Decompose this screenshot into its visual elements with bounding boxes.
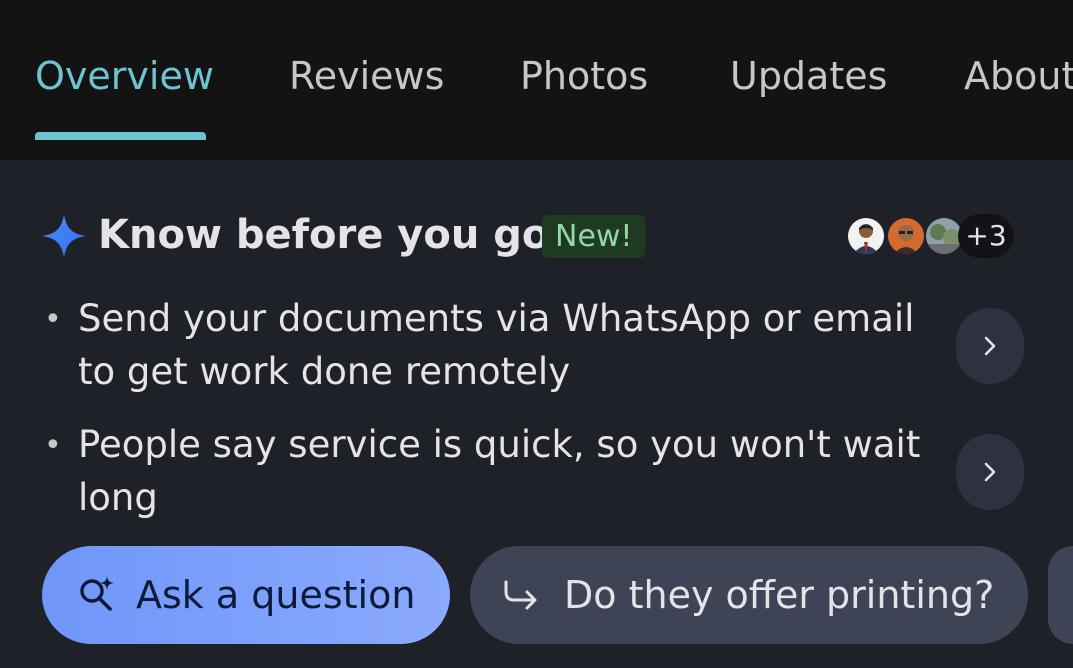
more-contributors-count[interactable]: +3 <box>958 214 1014 258</box>
ask-question-search-sparkle-icon <box>80 576 114 611</box>
suggested-question-button[interactable]: Do they offer printing? <box>470 546 1028 644</box>
tab-about[interactable]: About <box>964 50 1073 102</box>
new-badge: New! <box>542 215 646 258</box>
tab-reviews[interactable]: Reviews <box>289 50 444 102</box>
tab-updates[interactable]: Updates <box>730 50 887 102</box>
ask-a-question-button[interactable]: Ask a question <box>42 546 450 644</box>
bullet-icon: • <box>44 428 62 463</box>
summary-title: Know before you go <box>98 212 550 258</box>
summary-item-text: People say service is quick, so you won'… <box>78 423 921 519</box>
next-suggestion-chip[interactable] <box>1048 546 1073 644</box>
bullet-icon: • <box>44 302 62 337</box>
chevron-right-icon <box>984 462 996 482</box>
tab-photos[interactable]: Photos <box>520 50 648 102</box>
chevron-right-icon <box>984 336 996 356</box>
avatar[interactable] <box>846 216 886 256</box>
ask-a-question-label: Ask a question <box>136 573 416 617</box>
suggested-question-label: Do they offer printing? <box>564 573 995 617</box>
tab-bar: Overview Reviews Photos Updates About <box>0 0 1073 160</box>
summary-item-expand-button[interactable] <box>956 308 1024 384</box>
avatar[interactable] <box>886 216 926 256</box>
summary-item-expand-button[interactable] <box>956 434 1024 510</box>
tab-overview[interactable]: Overview <box>35 50 214 102</box>
active-tab-indicator <box>35 132 206 140</box>
reply-arrow-icon <box>504 580 537 610</box>
summary-item-text: Send your documents via WhatsApp or emai… <box>78 297 915 393</box>
sparkle-icon <box>42 214 86 258</box>
